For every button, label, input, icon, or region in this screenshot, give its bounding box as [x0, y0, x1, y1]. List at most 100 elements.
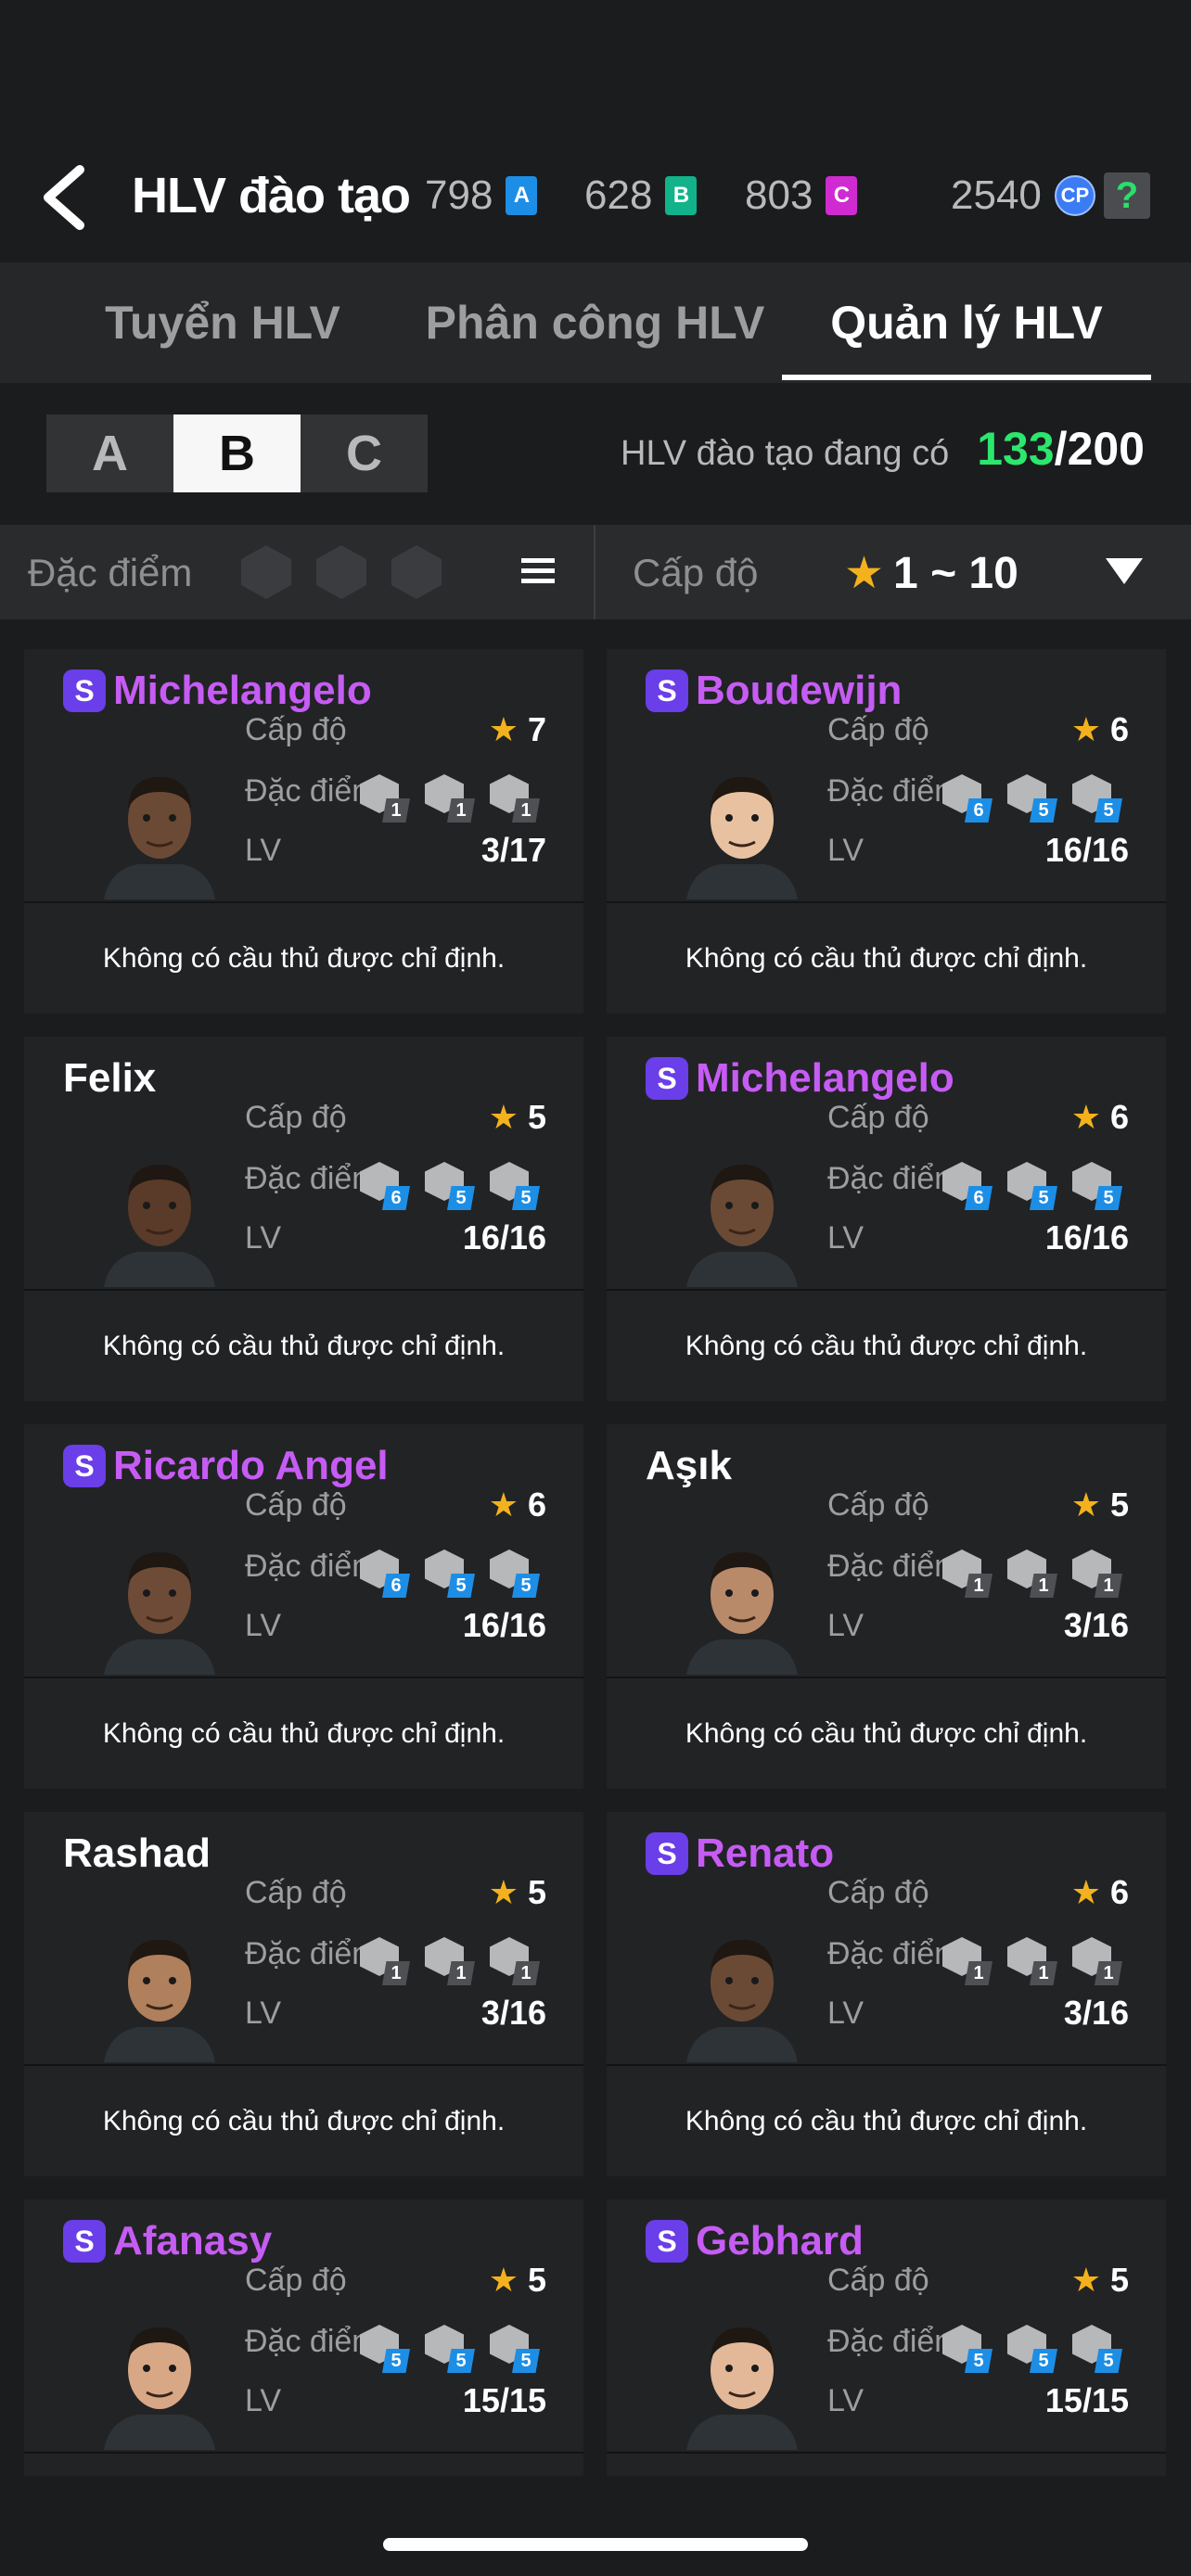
coach-name: S Michelangelo: [646, 1055, 954, 1102]
trait-level: 1: [1095, 1574, 1122, 1598]
coach-card[interactable]: S Michelangelo Cấp độ Đặc điểm LV ★ 6 6 5 5 16/16…: [607, 1037, 1166, 1401]
coach-card[interactable]: S Renato Cấp độ Đặc điểm LV ★ 6 1 1 1 3/16 Không c…: [607, 1812, 1166, 2176]
trait-filter-label: Đặc điểm c: [28, 551, 195, 594]
coach-name: S Gebhard: [646, 2218, 864, 2264]
level-label: Cấp độ: [245, 1100, 347, 1135]
coach-level-value: 5: [527, 1098, 546, 1136]
help-button[interactable]: ?: [1104, 172, 1150, 219]
coach-level: ★ 6: [489, 1486, 546, 1524]
owned-label: HLV đào tạo đang có: [621, 434, 950, 473]
coach-card[interactable]: Rashad Cấp độ Đặc điểm LV ★ 5 1 1 1 3/16 Không có…: [24, 1812, 583, 2176]
trait-level: 5: [965, 2349, 992, 2373]
coach-lv-progress: 3/16: [1063, 1606, 1129, 1644]
trait-label: Đặc điểm: [827, 1936, 961, 1971]
level-range-dropdown[interactable]: ★ 1 ~ 10: [844, 547, 1018, 599]
lv-label: LV: [245, 1220, 282, 1256]
level-label: Cấp độ: [827, 2263, 929, 2298]
grade-selector: A B C: [46, 414, 428, 492]
coach-card[interactable]: SAfanasyCấp độĐặc điểmLV★ 555515/15Không…: [24, 2200, 583, 2476]
assigned-player-status: Không có cầu thủ được chỉ định.: [102, 1330, 506, 1361]
trait-label: Đặc điểm: [245, 773, 378, 809]
trait-badge-icon: 1: [360, 774, 414, 823]
home-indicator[interactable]: [383, 2538, 808, 2551]
coach-card[interactable]: SGebhardCấp độĐặc điểmLV★ 555515/15Không…: [607, 2200, 1166, 2476]
trait-badge-icon: 5: [1007, 1162, 1061, 1210]
trait-label: Đặc điểm: [827, 1549, 961, 1584]
star-icon: ★: [488, 1873, 528, 1911]
coach-level: ★ 6: [1071, 1873, 1129, 1912]
level-label: Cấp độ: [827, 712, 929, 747]
coach-name-text: Boudewijn: [696, 668, 903, 713]
coach-name-text: Michelangelo: [113, 668, 372, 713]
assigned-player-status: Không có cầu thủ được chỉ định.: [685, 1717, 1088, 1749]
coach-name-text: Renato: [696, 1830, 835, 1876]
star-icon: ★: [1070, 710, 1110, 748]
trait-badge-icon: 1: [425, 774, 479, 823]
resource-b: 628 B: [584, 172, 698, 219]
coach-card[interactable]: S Boudewijn Cấp độ Đặc điểm LV ★ 6 6 5 5 16/16 Khô…: [607, 649, 1166, 1014]
trait-level: 1: [512, 798, 540, 823]
grade-c-button[interactable]: C: [301, 414, 428, 492]
trait-badge-icon: 6: [360, 1162, 414, 1210]
trait-level: 5: [447, 1186, 475, 1210]
trait-badge-icon: 1: [490, 774, 544, 823]
coach-card[interactable]: Aşık Cấp độ Đặc điểm LV ★ 5 1 1 1 3/16 Không có c…: [607, 1424, 1166, 1789]
trait-level: 5: [1095, 1186, 1122, 1210]
star-icon: ★: [1070, 2261, 1110, 2299]
tab-assign-coach[interactable]: Phân công HLV: [408, 262, 782, 383]
tab-bar: Tuyển HLV Phân công HLV Quản lý HLV: [0, 262, 1191, 383]
trait-level: 6: [382, 1186, 410, 1210]
coach-lv-progress: 3/16: [1063, 1994, 1129, 2032]
coach-lv-progress: 3/16: [480, 1994, 546, 2032]
coach-portrait: [686, 1552, 798, 1675]
grade-b-button[interactable]: B: [173, 414, 301, 492]
coach-level-value: 5: [527, 1873, 546, 1911]
bottom-safe-area: [0, 2476, 1191, 2576]
trait-slot-1-icon[interactable]: [237, 543, 295, 601]
star-icon: ★: [488, 1098, 528, 1136]
back-arrow-icon[interactable]: [37, 162, 93, 233]
tab-recruit-coach[interactable]: Tuyển HLV: [37, 262, 408, 383]
coach-card[interactable]: S Michelangelo Cấp độ Đặc điểm LV ★ 7 1 1 1 3/17 K…: [24, 649, 583, 1014]
trait-slot-2-icon[interactable]: [313, 543, 370, 601]
resource-c-count: 803: [745, 172, 813, 218]
coach-card[interactable]: S Ricardo Angel Cấp độ Đặc điểm LV ★ 6 6 5 5 16/1…: [24, 1424, 583, 1789]
level-label: Cấp độ: [245, 712, 347, 747]
trait-label: Đặc điểm: [245, 1936, 378, 1971]
trait-level: 5: [447, 1574, 475, 1598]
tab-manage-coach[interactable]: Quản lý HLV: [782, 262, 1151, 383]
list-menu-icon[interactable]: [519, 553, 557, 590]
coach-level: ★ 5: [1071, 2261, 1129, 2300]
level-label: Cấp độ: [245, 1875, 347, 1910]
trait-level: 5: [1030, 2349, 1057, 2373]
active-tab-indicator: [782, 375, 1151, 380]
coach-name-text: Michelangelo: [696, 1055, 954, 1101]
star-icon: ★: [1070, 1873, 1110, 1911]
trait-slot-3-icon[interactable]: [388, 543, 445, 601]
grade-a-button[interactable]: A: [46, 414, 173, 492]
star-icon: ★: [844, 549, 885, 598]
trait-badge-icon: 5: [360, 2325, 414, 2373]
coach-card[interactable]: Felix Cấp độ Đặc điểm LV ★ 5 6 5 5 16/16 Không có…: [24, 1037, 583, 1401]
trait-level: 1: [965, 1574, 992, 1598]
trait-level: 5: [1030, 1186, 1057, 1210]
trait-badge-icon: 5: [1072, 2325, 1126, 2373]
owned-coaches-counter: HLV đào tạo đang có 133 /200: [621, 422, 1145, 476]
trait-level: 6: [382, 1574, 410, 1598]
coach-portrait: [104, 777, 215, 899]
trait-filter[interactable]: Đặc điểm c: [0, 525, 594, 619]
coach-level-value: 5: [527, 2261, 546, 2299]
coach-level: ★ 5: [489, 1873, 546, 1912]
coach-name: S Ricardo Angel: [63, 1443, 389, 1489]
trait-badge-icon: 5: [1007, 2325, 1061, 2373]
coach-name: S Boudewijn: [646, 668, 902, 714]
trait-badge-icon: 5: [1072, 774, 1126, 823]
lv-label: LV: [827, 1220, 864, 1256]
coach-name-text: Aşık: [646, 1443, 732, 1488]
trait-level: 1: [447, 798, 475, 823]
coach-lv-progress: 16/16: [1044, 1218, 1129, 1256]
coach-name-text: Gebhard: [696, 2218, 864, 2264]
dropdown-arrow-icon[interactable]: [1106, 558, 1143, 584]
special-s-badge-icon: S: [646, 1832, 688, 1875]
coach-list[interactable]: S Michelangelo Cấp độ Đặc điểm LV ★ 7 1 1 1 3/17 K…: [0, 644, 1191, 2476]
